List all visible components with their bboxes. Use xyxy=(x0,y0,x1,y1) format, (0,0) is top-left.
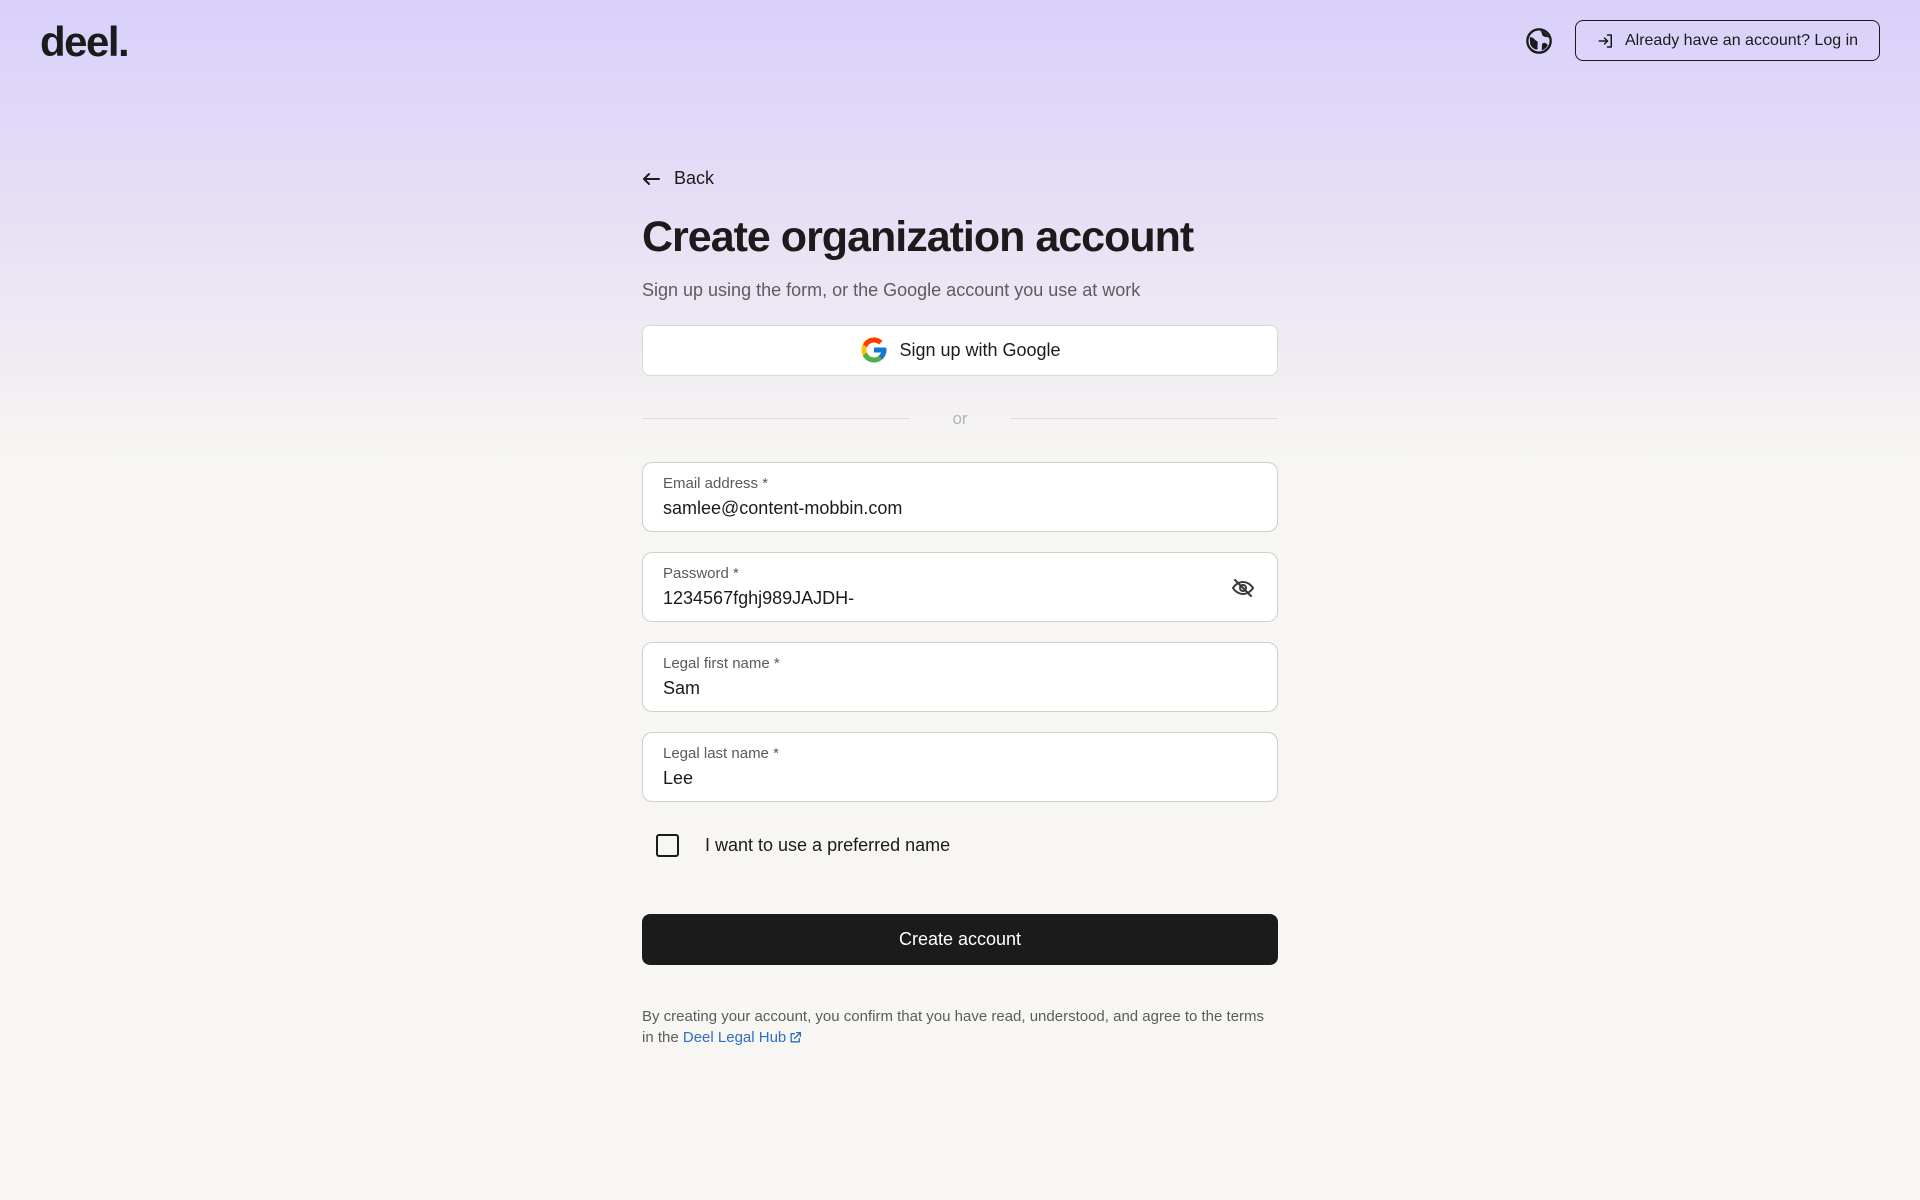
page-subtitle: Sign up using the form, or the Google ac… xyxy=(642,279,1141,300)
password-field[interactable]: Password * xyxy=(642,551,1278,622)
password-input[interactable] xyxy=(663,587,1203,609)
language-selector[interactable] xyxy=(1524,26,1554,56)
login-label: Already have an account? Log in xyxy=(1624,31,1859,49)
globe-icon xyxy=(1526,28,1552,54)
eye-off-icon xyxy=(1232,578,1254,597)
google-signup-button[interactable]: Sign up with Google xyxy=(642,324,1278,376)
last-name-field[interactable]: Legal last name * xyxy=(642,731,1278,802)
google-g-icon xyxy=(861,337,887,363)
back-label: Back xyxy=(674,168,715,188)
or-divider: or xyxy=(642,409,1278,429)
external-link-icon xyxy=(790,1031,802,1043)
password-label: Password * xyxy=(663,564,739,582)
password-visibility-toggle[interactable] xyxy=(1231,576,1255,600)
legal-notice: By creating your account, you confirm th… xyxy=(642,1006,1278,1048)
first-name-label: Legal first name * xyxy=(663,654,780,672)
legal-hub-link[interactable]: Deel Legal Hub xyxy=(683,1029,802,1046)
divider-line-right xyxy=(1010,418,1278,419)
first-name-field[interactable]: Legal first name * xyxy=(642,641,1278,712)
page-title: Create organization account xyxy=(642,212,1194,261)
arrow-left-icon xyxy=(643,172,660,185)
google-signup-label: Sign up with Google xyxy=(899,339,1061,360)
last-name-label: Legal last name * xyxy=(663,744,779,762)
email-label: Email address * xyxy=(663,474,769,492)
login-button[interactable]: Already have an account? Log in xyxy=(1575,20,1880,61)
preferred-name-checkbox[interactable] xyxy=(656,833,679,857)
email-field[interactable]: Email address * xyxy=(642,461,1278,532)
email-input[interactable] xyxy=(663,497,1203,519)
signup-form: Back Create organization account Sign up… xyxy=(642,160,1278,1048)
legal-hub-label: Deel Legal Hub xyxy=(682,1028,787,1046)
last-name-input[interactable] xyxy=(663,767,1203,789)
first-name-input[interactable] xyxy=(663,677,1203,699)
deel-logo[interactable]: deel. xyxy=(40,18,130,66)
login-arrow-icon xyxy=(1598,33,1612,48)
divider-label: or xyxy=(952,408,968,428)
back-link[interactable]: Back xyxy=(642,168,714,189)
divider-line-left xyxy=(642,418,910,419)
create-account-button[interactable]: Create account xyxy=(642,913,1278,965)
preferred-name-label[interactable]: I want to use a preferred name xyxy=(705,835,950,856)
preferred-name-option[interactable]: I want to use a preferred name xyxy=(642,833,1278,857)
